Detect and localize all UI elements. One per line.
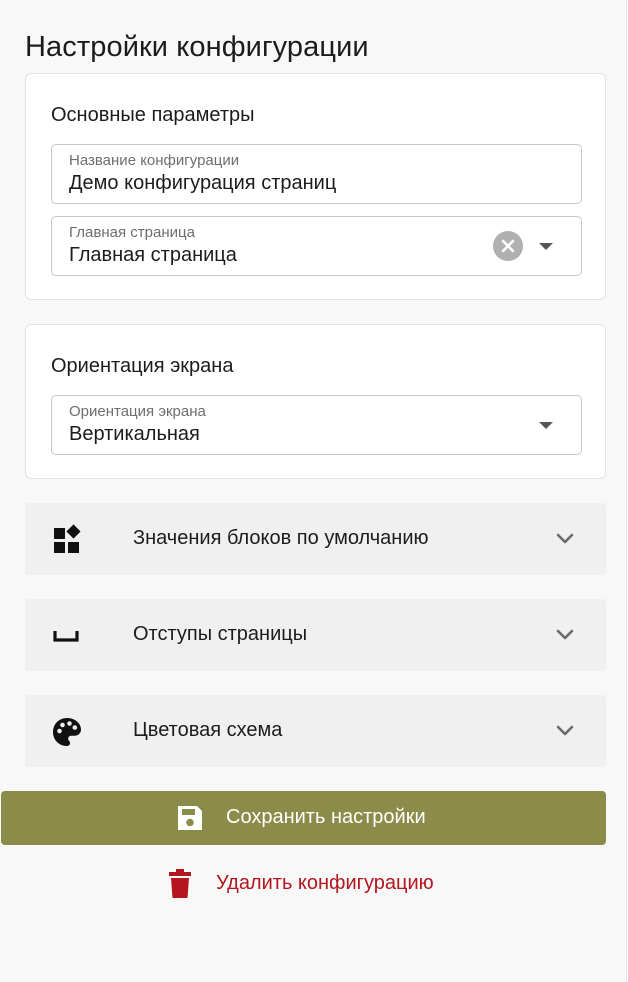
home-page-select[interactable]: Главная страница Главная страница (51, 216, 582, 276)
clear-icon[interactable] (493, 231, 523, 261)
palette-icon (53, 718, 81, 746)
home-page-label: Главная страница (69, 224, 195, 241)
basic-params-title: Основные параметры (51, 104, 255, 126)
orientation-value: Вертикальная (69, 423, 200, 445)
accordion-label: Значения блоков по умолчанию (133, 527, 429, 549)
delete-config-button[interactable]: Удалить конфигурацию (165, 866, 465, 902)
config-name-value[interactable]: Демо конфигурация страниц (69, 172, 336, 195)
widgets-icon (54, 524, 81, 553)
accordion-color-scheme[interactable]: Цветовая схема (25, 695, 606, 767)
accordion-label: Отступы страницы (133, 623, 308, 645)
home-page-value: Главная страница (69, 244, 237, 266)
save-button[interactable]: Сохранить настройки (1, 791, 606, 845)
dropdown-arrow-icon[interactable] (539, 422, 553, 429)
basic-params-card: Основные параметры Название конфигурации… (25, 73, 606, 300)
save-button-label: Сохранить настройки (226, 806, 426, 828)
chevron-down-icon[interactable] (554, 530, 576, 546)
accordion-page-paddings[interactable]: Отступы страницы (25, 599, 606, 671)
accordion-block-defaults[interactable]: Значения блоков по умолчанию (25, 503, 606, 575)
chevron-down-icon[interactable] (554, 626, 576, 642)
orientation-title: Ориентация экрана (51, 355, 234, 377)
orientation-select[interactable]: Ориентация экрана Вертикальная (51, 395, 582, 455)
accordion-label: Цветовая схема (133, 719, 283, 741)
dropdown-arrow-icon[interactable] (539, 243, 553, 250)
page-title: Настройки конфигурации (25, 31, 369, 63)
trash-icon (169, 869, 191, 898)
chevron-down-icon[interactable] (554, 722, 576, 738)
config-name-field[interactable]: Название конфигурации Демо конфигурация … (51, 144, 582, 204)
space-bar-icon (53, 631, 79, 642)
delete-config-label: Удалить конфигурацию (216, 872, 434, 894)
settings-page: Настройки конфигурации Основные параметр… (0, 0, 627, 982)
config-name-label: Название конфигурации (69, 152, 240, 169)
orientation-label: Ориентация экрана (69, 403, 206, 420)
orientation-card: Ориентация экрана Ориентация экрана Верт… (25, 324, 606, 479)
save-icon (178, 806, 202, 830)
